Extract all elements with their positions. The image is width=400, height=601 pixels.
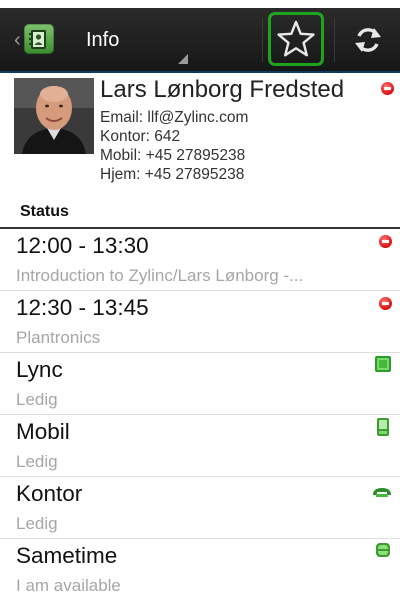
contacts-app-icon[interactable] [24, 24, 54, 54]
desk-phone-icon [372, 485, 392, 503]
status-title: Sametime [16, 543, 118, 568]
back-chevron-icon[interactable]: ‹ [14, 30, 21, 50]
contact-mobile[interactable]: Mobil: +45 27895238 [100, 147, 245, 165]
app-title[interactable]: Info [86, 29, 119, 51]
status-row-mobile[interactable]: Mobil Ledig [0, 415, 400, 477]
refresh-icon [355, 28, 381, 52]
status-subtitle: Ledig [16, 452, 58, 471]
status-subtitle: Ledig [16, 390, 58, 409]
status-title: Lync [16, 357, 63, 382]
favorite-star-button[interactable] [268, 12, 324, 66]
status-subtitle: Introduction to Zylinc/Lars Lønborg -... [16, 266, 304, 285]
busy-icon [379, 297, 392, 310]
status-row-office[interactable]: Kontor Ledig [0, 477, 400, 539]
status-row-calendar-1[interactable]: 12:00 - 13:30 Introduction to Zylinc/Lar… [0, 229, 400, 291]
busy-icon [379, 235, 392, 248]
contact-email[interactable]: Email: llf@Zylinc.com [100, 109, 248, 127]
status-section-title: Status [20, 203, 69, 220]
contact-name: Lars Lønborg Fredsted [100, 76, 345, 103]
status-title: 12:00 - 13:30 [16, 233, 149, 258]
action-bar: ‹ Info [0, 8, 400, 71]
status-subtitle: Ledig [16, 514, 58, 533]
status-row-calendar-2[interactable]: 12:30 - 13:45 Plantronics [0, 291, 400, 353]
star-icon [277, 20, 315, 57]
status-row-lync[interactable]: Lync Ledig [0, 353, 400, 415]
contact-home[interactable]: Hjem: +45 27895238 [100, 166, 244, 184]
status-title: Kontor [16, 481, 83, 506]
refresh-button[interactable] [348, 20, 388, 60]
status-title: Mobil [16, 419, 70, 444]
sametime-available-icon [375, 542, 391, 563]
lync-available-icon [374, 355, 392, 378]
status-subtitle: I am available [16, 576, 121, 595]
status-title: 12:30 - 13:45 [16, 295, 149, 320]
action-divider [334, 18, 335, 62]
avatar [14, 78, 94, 154]
action-bar-underline [0, 71, 400, 73]
status-subtitle: Plantronics [16, 328, 101, 347]
contact-office[interactable]: Kontor: 642 [100, 128, 180, 146]
action-divider [262, 18, 263, 62]
mobile-phone-icon [376, 417, 390, 442]
dropdown-indicator-icon [178, 54, 188, 64]
busy-icon [381, 82, 394, 95]
status-row-sametime[interactable]: Sametime I am available [0, 539, 400, 601]
